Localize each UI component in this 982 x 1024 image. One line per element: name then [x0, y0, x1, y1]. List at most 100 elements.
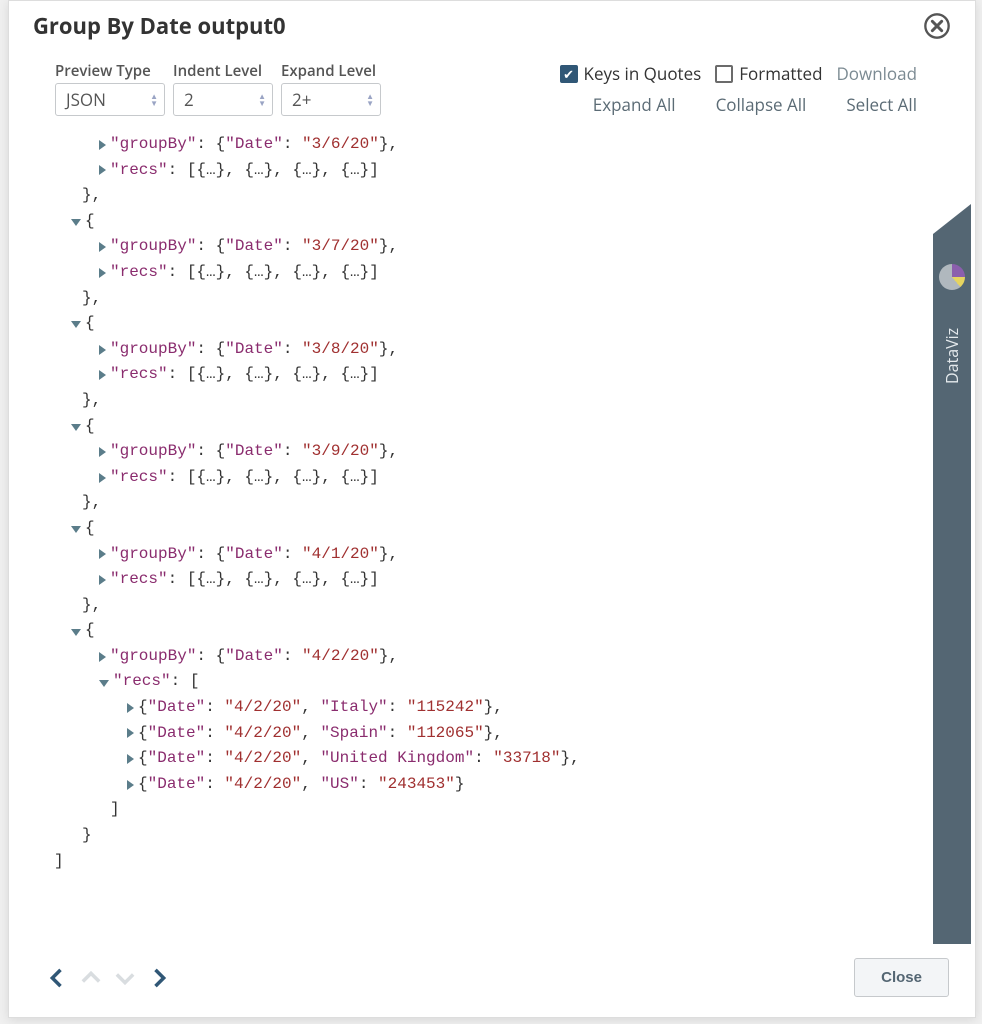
json-line[interactable]: { — [43, 414, 897, 440]
keys-in-quotes-checkbox[interactable]: ✔ Keys in Quotes — [560, 62, 702, 85]
checkmark-icon: ✔ — [560, 65, 578, 83]
close-icon[interactable] — [923, 12, 951, 40]
keys-in-quotes-label: Keys in Quotes — [584, 62, 702, 85]
json-line[interactable]: {"Date": "4/2/20", "Italy": "115242"}, — [43, 695, 897, 721]
expand-level-select[interactable]: 2+ ▲▼ — [281, 83, 381, 116]
toolbar-right: ✔ Keys in Quotes Formatted Download Expa… — [560, 62, 917, 116]
json-line[interactable]: } — [43, 823, 897, 849]
toolbar-left: Preview Type JSON ▲▼ Indent Level 2 ▲▼ E… — [55, 61, 381, 116]
json-line[interactable]: { — [43, 209, 897, 235]
expand-icon[interactable] — [99, 370, 106, 380]
stepper-icon: ▲▼ — [258, 93, 266, 107]
json-line[interactable]: "recs": [{…}, {…}, {…}, {…}] — [43, 465, 897, 491]
dialog-title: Group By Date output0 — [33, 11, 286, 41]
expand-level-group: Expand Level 2+ ▲▼ — [281, 61, 381, 116]
preview-type-value: JSON — [66, 88, 106, 111]
collapse-icon[interactable] — [71, 629, 81, 636]
expand-icon[interactable] — [127, 780, 134, 790]
nav-arrows — [43, 964, 173, 992]
nav-first-icon[interactable] — [43, 964, 71, 992]
expand-icon[interactable] — [99, 473, 106, 483]
expand-icon[interactable] — [127, 728, 134, 738]
preview-type-select[interactable]: JSON ▲▼ — [55, 83, 165, 116]
dialog-footer: Close — [9, 944, 975, 1017]
expand-icon[interactable] — [99, 549, 106, 559]
collapse-icon[interactable] — [71, 219, 81, 226]
collapse-all-button[interactable]: Collapse All — [716, 93, 807, 116]
expand-icon[interactable] — [99, 242, 106, 252]
nav-down-icon[interactable] — [111, 964, 139, 992]
indent-level-value: 2 — [184, 88, 194, 111]
tree-spacer — [71, 293, 82, 303]
expand-icon[interactable] — [99, 268, 106, 278]
nav-up-icon[interactable] — [77, 964, 105, 992]
json-tree[interactable]: "groupBy": {"Date": "3/6/20"},"recs": [{… — [43, 132, 897, 938]
expand-icon[interactable] — [99, 575, 106, 585]
download-link[interactable]: Download — [836, 62, 917, 85]
expand-icon[interactable] — [99, 165, 106, 175]
select-all-button[interactable]: Select All — [846, 93, 917, 116]
json-line[interactable]: ] — [43, 797, 897, 823]
formatted-checkbox[interactable]: Formatted — [715, 62, 822, 85]
dataviz-label: DataViz — [941, 328, 963, 384]
tree-spacer — [71, 831, 82, 841]
json-line[interactable]: {"Date": "4/2/20", "United Kingdom": "33… — [43, 746, 897, 772]
json-line[interactable]: "groupBy": {"Date": "3/7/20"}, — [43, 234, 897, 260]
indent-level-select[interactable]: 2 ▲▼ — [173, 83, 273, 116]
stepper-icon: ▲▼ — [366, 93, 374, 107]
json-line[interactable]: "recs": [{…}, {…}, {…}, {…}] — [43, 158, 897, 184]
json-line[interactable]: }, — [43, 286, 897, 312]
expand-icon[interactable] — [99, 652, 106, 662]
json-line[interactable]: "recs": [{…}, {…}, {…}, {…}] — [43, 362, 897, 388]
json-line[interactable]: "recs": [{…}, {…}, {…}, {…}] — [43, 260, 897, 286]
json-line[interactable]: ] — [43, 849, 897, 875]
output-preview-dialog: Group By Date output0 Preview Type JSON … — [8, 0, 976, 1018]
nav-last-icon[interactable] — [145, 964, 173, 992]
expand-icon[interactable] — [99, 345, 106, 355]
expand-icon[interactable] — [127, 754, 134, 764]
json-line[interactable]: { — [43, 516, 897, 542]
json-line[interactable]: "groupBy": {"Date": "4/2/20"}, — [43, 644, 897, 670]
stepper-icon: ▲▼ — [150, 93, 158, 107]
preview-type-group: Preview Type JSON ▲▼ — [55, 61, 165, 116]
collapse-icon[interactable] — [99, 680, 109, 687]
json-line[interactable]: "recs": [ — [43, 669, 897, 695]
json-preview-area: "groupBy": {"Date": "3/6/20"},"recs": [{… — [9, 126, 975, 944]
formatted-label: Formatted — [739, 62, 822, 85]
preview-type-label: Preview Type — [55, 61, 165, 81]
expand-level-value: 2+ — [292, 88, 311, 111]
tree-spacer — [99, 805, 110, 815]
json-line[interactable]: {"Date": "4/2/20", "Spain": "112065"}, — [43, 721, 897, 747]
json-line[interactable]: "groupBy": {"Date": "3/8/20"}, — [43, 337, 897, 363]
json-line[interactable]: "groupBy": {"Date": "4/1/20"}, — [43, 542, 897, 568]
expand-icon[interactable] — [127, 703, 134, 713]
json-line[interactable]: }, — [43, 490, 897, 516]
json-line[interactable]: "recs": [{…}, {…}, {…}, {…}] — [43, 567, 897, 593]
collapse-icon[interactable] — [71, 526, 81, 533]
collapse-icon[interactable] — [71, 424, 81, 431]
json-line[interactable]: }, — [43, 183, 897, 209]
json-line[interactable]: { — [43, 311, 897, 337]
close-button[interactable]: Close — [854, 958, 949, 997]
json-line[interactable]: {"Date": "4/2/20", "US": "243453"} — [43, 772, 897, 798]
dataviz-pie-icon — [939, 264, 965, 290]
json-line[interactable]: "groupBy": {"Date": "3/9/20"}, — [43, 439, 897, 465]
indent-level-group: Indent Level 2 ▲▼ — [173, 61, 273, 116]
collapse-icon[interactable] — [71, 321, 81, 328]
checkbox-empty-icon — [715, 65, 733, 83]
check-row: ✔ Keys in Quotes Formatted Download — [560, 62, 917, 85]
dataviz-sidebar-tab[interactable]: DataViz — [933, 204, 971, 944]
preview-toolbar: Preview Type JSON ▲▼ Indent Level 2 ▲▼ E… — [9, 51, 975, 126]
expand-icon[interactable] — [99, 140, 106, 150]
expand-all-button[interactable]: Expand All — [593, 93, 676, 116]
expand-icon[interactable] — [99, 447, 106, 457]
json-line[interactable]: "groupBy": {"Date": "3/6/20"}, — [43, 132, 897, 158]
json-line[interactable]: }, — [43, 593, 897, 619]
expand-level-label: Expand Level — [281, 61, 381, 81]
json-line[interactable]: }, — [43, 388, 897, 414]
tree-spacer — [71, 600, 82, 610]
tree-spacer — [71, 191, 82, 201]
tree-spacer — [71, 498, 82, 508]
json-line[interactable]: { — [43, 618, 897, 644]
indent-level-label: Indent Level — [173, 61, 273, 81]
